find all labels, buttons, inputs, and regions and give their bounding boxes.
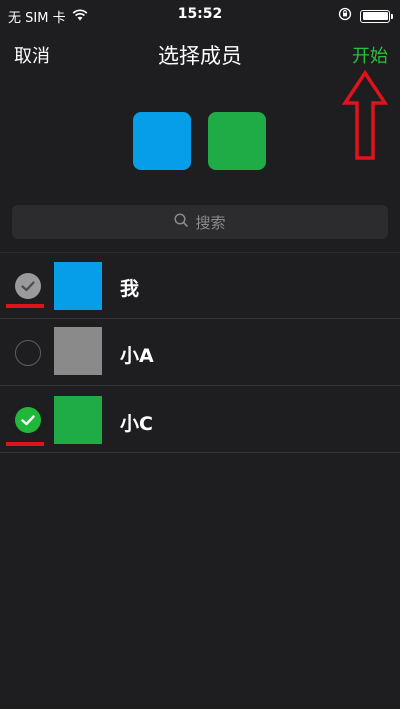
search-icon	[174, 212, 189, 232]
selected-members-strip	[0, 112, 400, 170]
navigation-bar: 取消 选择成员 开始	[0, 30, 400, 80]
member-row-xiao-a[interactable]: 小A	[0, 319, 400, 386]
avatar	[54, 396, 102, 444]
page-title: 选择成员	[158, 44, 242, 68]
checkmark-icon	[15, 407, 41, 433]
selected-avatar[interactable]	[208, 112, 266, 170]
search-placeholder: 搜索	[195, 213, 226, 232]
annotation-underline	[6, 304, 44, 308]
annotation-underline	[6, 442, 44, 446]
status-bar: 无 SIM 卡 15:52	[0, 0, 400, 30]
battery-icon	[360, 9, 393, 23]
search-input[interactable]: 搜索	[12, 205, 388, 239]
member-row-me[interactable]: 我	[0, 252, 400, 319]
avatar	[54, 327, 102, 375]
orientation-lock-icon	[338, 7, 352, 25]
member-name: 我	[120, 278, 140, 300]
member-name: 小A	[120, 345, 154, 367]
avatar	[54, 262, 102, 310]
member-name: 小C	[120, 413, 153, 435]
checkbox-icon	[15, 340, 41, 366]
member-row-xiao-c[interactable]: 小C	[0, 386, 400, 453]
checkmark-icon	[15, 273, 41, 299]
selected-avatar[interactable]	[133, 112, 191, 170]
status-right	[338, 7, 393, 25]
member-list: 我 小A 小C	[0, 252, 400, 453]
start-button[interactable]: 开始	[352, 42, 388, 68]
